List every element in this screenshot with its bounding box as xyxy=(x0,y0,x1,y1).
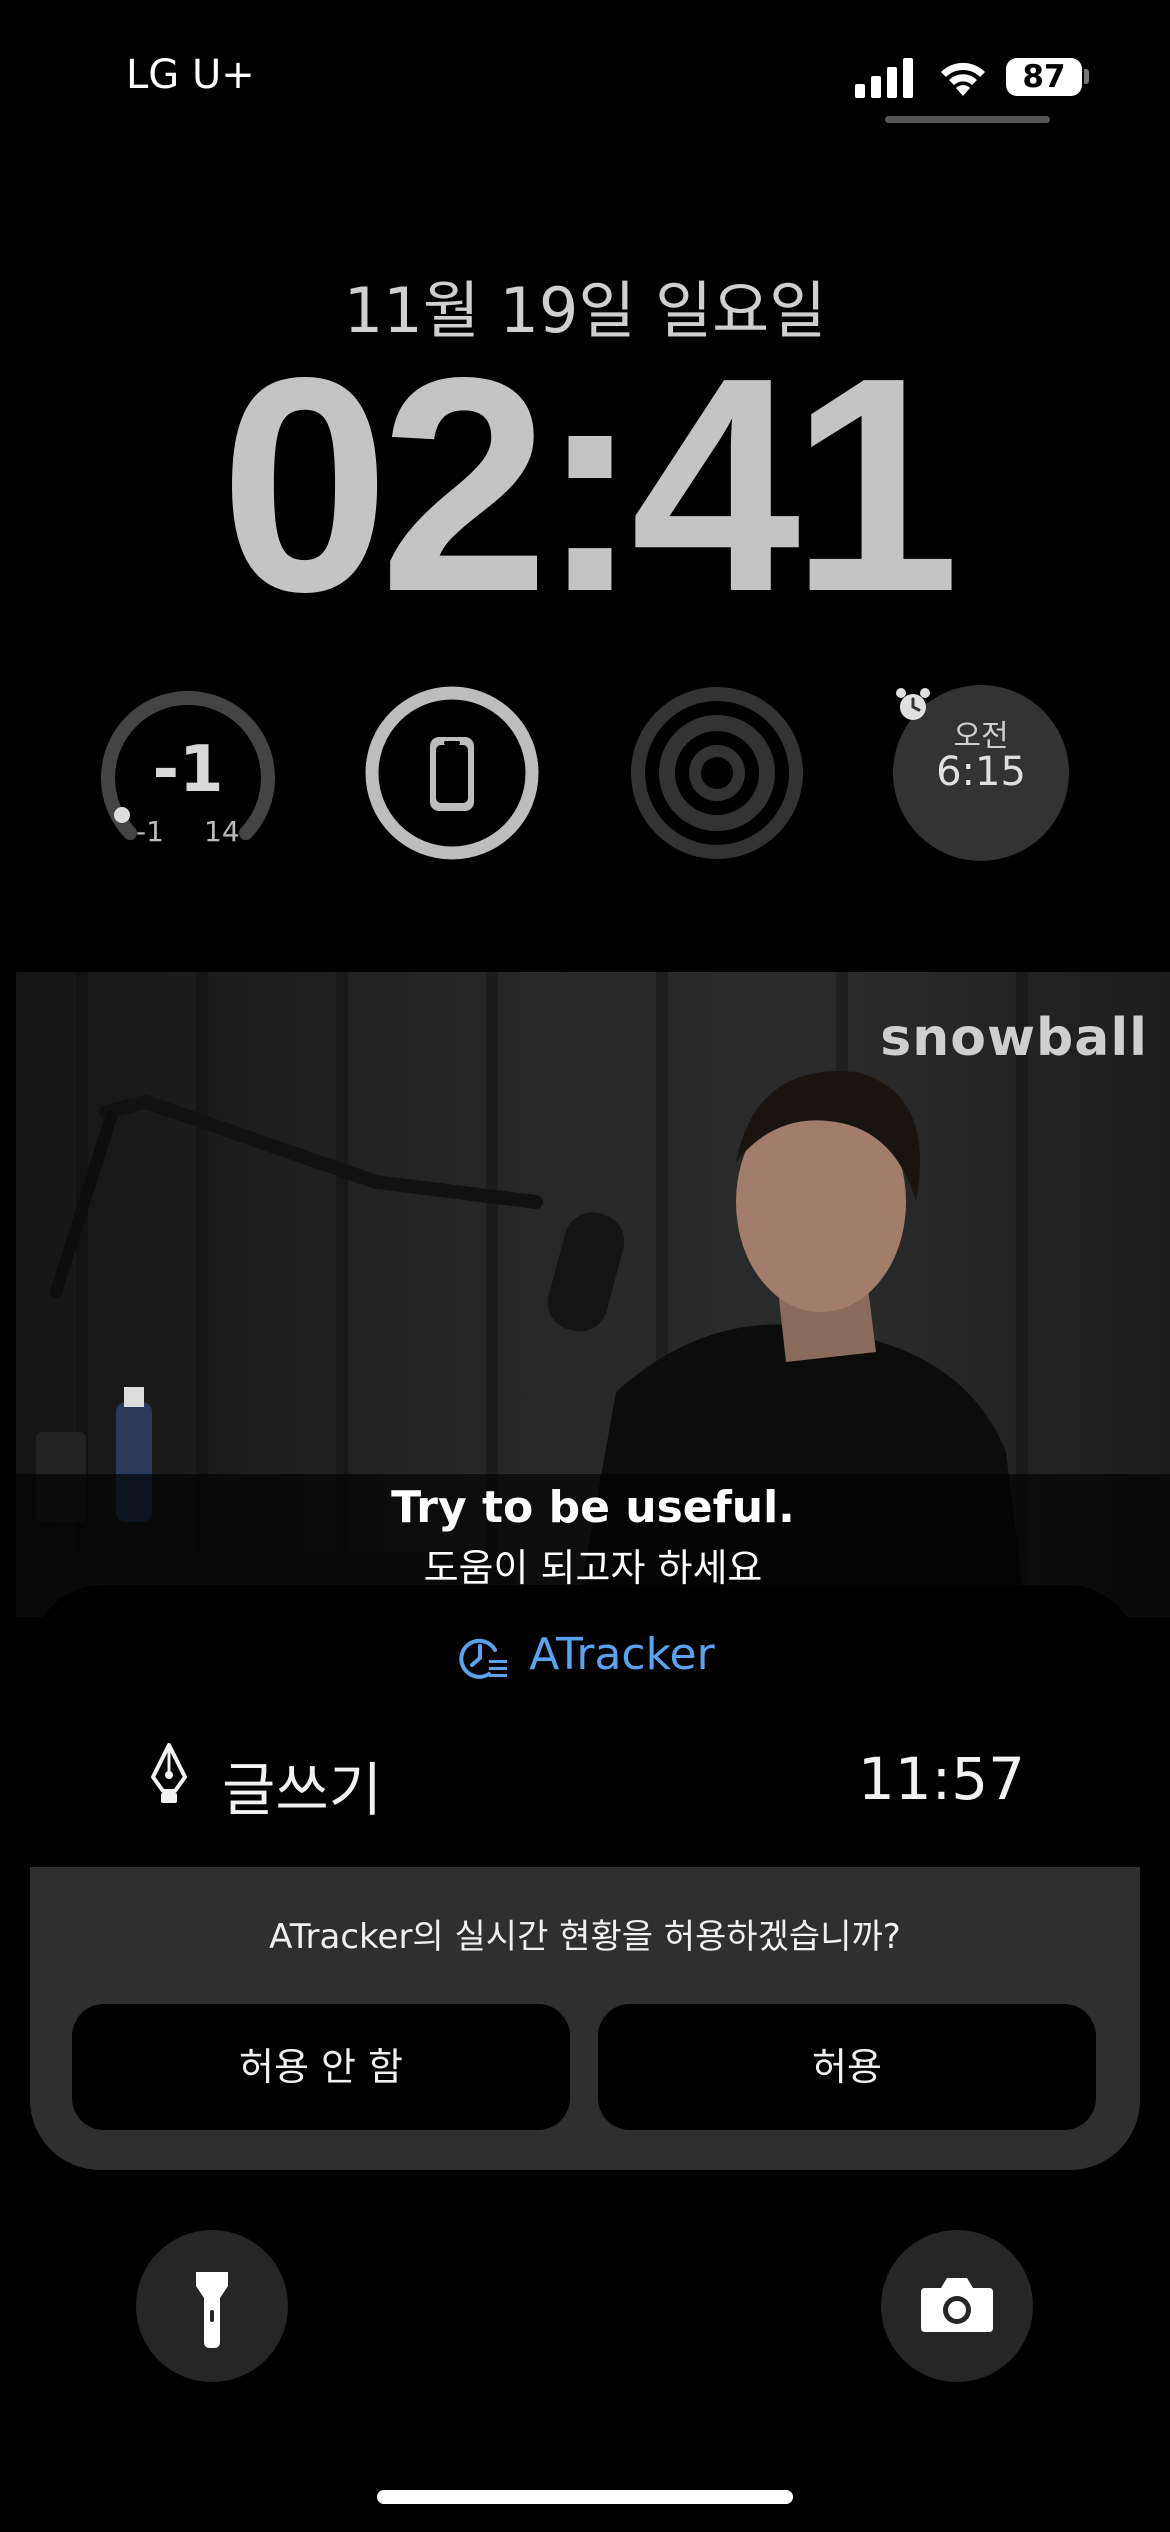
carrier-label: LG U+ xyxy=(126,52,255,98)
alarm-time: 6:15 xyxy=(936,749,1026,795)
current-task-time: 11:57 xyxy=(857,1745,1025,1813)
live-activity-card[interactable]: ATracker 글쓰기 11:57 ATracker의 실시간 현황을 허용하… xyxy=(30,1585,1140,2170)
home-indicator[interactable] xyxy=(377,2490,793,2504)
temperature-current: -1 xyxy=(152,733,224,807)
subtitle-korean: 도움이 되고자 하세요 xyxy=(423,1546,763,1590)
allow-button[interactable]: 허용 xyxy=(598,2004,1096,2130)
control-center-indicator[interactable] xyxy=(885,116,1050,123)
live-activity-app-header: ATracker xyxy=(32,1629,1138,1682)
battery-level: 87 xyxy=(1006,58,1082,96)
live-activity-permission-prompt: ATracker의 실시간 현황을 허용하겠습니까? 허용 안 함 허용 xyxy=(30,1867,1140,2170)
lock-time: 02:41 xyxy=(219,314,960,655)
focus-widget[interactable] xyxy=(629,685,805,861)
iphone-icon xyxy=(365,686,539,860)
battery-widget[interactable] xyxy=(364,685,540,861)
lock-screen: LG U+ 87 11월 19일 일요일 02:41 -1 -1 14 오전 6… xyxy=(0,0,1170,2532)
video-watermark: snowball xyxy=(880,1008,1148,1068)
atracker-clock-icon xyxy=(459,1638,508,1679)
subtitle-english: Try to be useful. xyxy=(391,1482,795,1533)
deny-button[interactable]: 허용 안 함 xyxy=(72,2004,570,2130)
current-task-name: 글쓰기 xyxy=(222,1756,383,1824)
cellular-signal-icon xyxy=(855,58,913,98)
alarm-clock-icon xyxy=(896,688,930,720)
camera-button[interactable] xyxy=(881,2230,1033,2382)
flashlight-icon xyxy=(196,2272,228,2348)
camera-icon xyxy=(921,2278,993,2332)
weather-temperature-widget[interactable]: -1 -1 14 xyxy=(100,685,276,861)
alarm-widget[interactable]: 오전 6:15 xyxy=(893,685,1069,861)
wallpaper-video-frame: snowball Try to be useful. 도움이 되고자 하세요 xyxy=(16,972,1170,1617)
pen-nib-icon xyxy=(151,1743,187,1803)
temperature-low: -1 xyxy=(136,815,164,848)
battery-cap xyxy=(1084,69,1089,84)
flashlight-button[interactable] xyxy=(136,2230,288,2382)
focus-rings-icon xyxy=(631,687,803,859)
wifi-icon xyxy=(941,62,985,96)
live-activity-app-name: ATracker xyxy=(529,1629,715,1680)
permission-prompt-text: ATracker의 실시간 현황을 허용하겠습니까? xyxy=(269,1917,901,1957)
temperature-high: 14 xyxy=(204,815,240,848)
